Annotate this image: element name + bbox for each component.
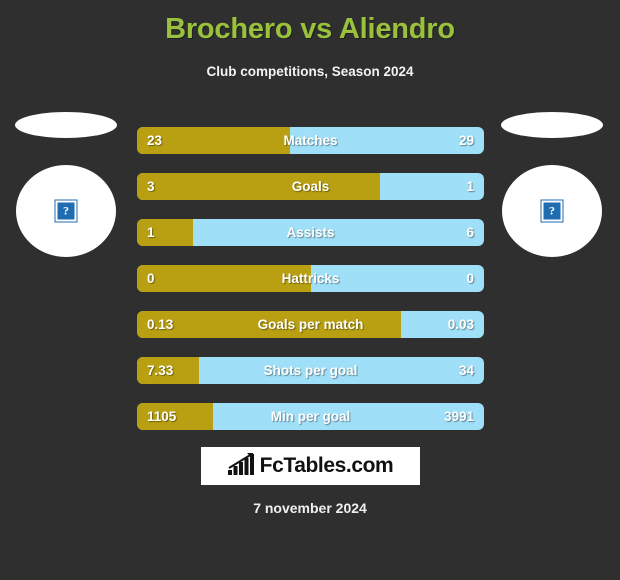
stat-label: Shots per goal — [263, 363, 358, 378]
broken-image-icon: ? — [55, 200, 77, 222]
fctables-logo[interactable]: FcTables.com — [201, 447, 420, 485]
bar-chart-icon — [227, 452, 254, 480]
stat-row: 3 Goals 1 — [137, 173, 484, 200]
stat-row: 0.13 Goals per match 0.03 — [137, 311, 484, 338]
stat-label: Min per goal — [270, 409, 351, 424]
page-subtitle: Club competitions, Season 2024 — [206, 64, 414, 79]
away-value: 0 — [466, 271, 474, 286]
home-player-top-ellipse — [15, 112, 117, 138]
page-title: Brochero vs Aliendro — [165, 13, 455, 45]
stat-label: Goals per match — [257, 317, 364, 332]
away-value: 6 — [466, 225, 474, 240]
home-player-avatar: ? — [16, 165, 116, 257]
away-value: 29 — [458, 133, 474, 148]
logo-text: FcTables.com — [259, 454, 394, 477]
away-value: 34 — [458, 363, 474, 378]
away-value: 0.03 — [447, 317, 474, 332]
stat-comparison-page: Brochero vs Aliendro Club competitions, … — [0, 0, 620, 580]
stat-row: 0 Hattricks 0 — [137, 265, 484, 292]
stats-list: 23 Matches 29 3 Goals 1 1 Assists 6 0 Hattricks 0 0.… — [137, 127, 484, 449]
away-player-top-ellipse — [501, 112, 603, 138]
stat-label: Goals — [291, 179, 330, 194]
away-player-avatar: ? — [502, 165, 602, 257]
stat-row: 1105 Min per goal 3991 — [137, 403, 484, 430]
stat-row: 1 Assists 6 — [137, 219, 484, 246]
stat-label: Hattricks — [281, 271, 340, 286]
stat-row: 7.33 Shots per goal 34 — [137, 357, 484, 384]
away-value: 1 — [466, 179, 474, 194]
stat-row: 23 Matches 29 — [137, 127, 484, 154]
stat-label: Matches — [283, 133, 338, 148]
away-player-image: ? — [492, 112, 612, 257]
home-player-image: ? — [6, 112, 126, 257]
away-value: 3991 — [443, 409, 474, 424]
stat-label: Assists — [286, 225, 335, 240]
broken-image-icon: ? — [541, 200, 563, 222]
footer-date: 7 november 2024 — [253, 500, 367, 516]
